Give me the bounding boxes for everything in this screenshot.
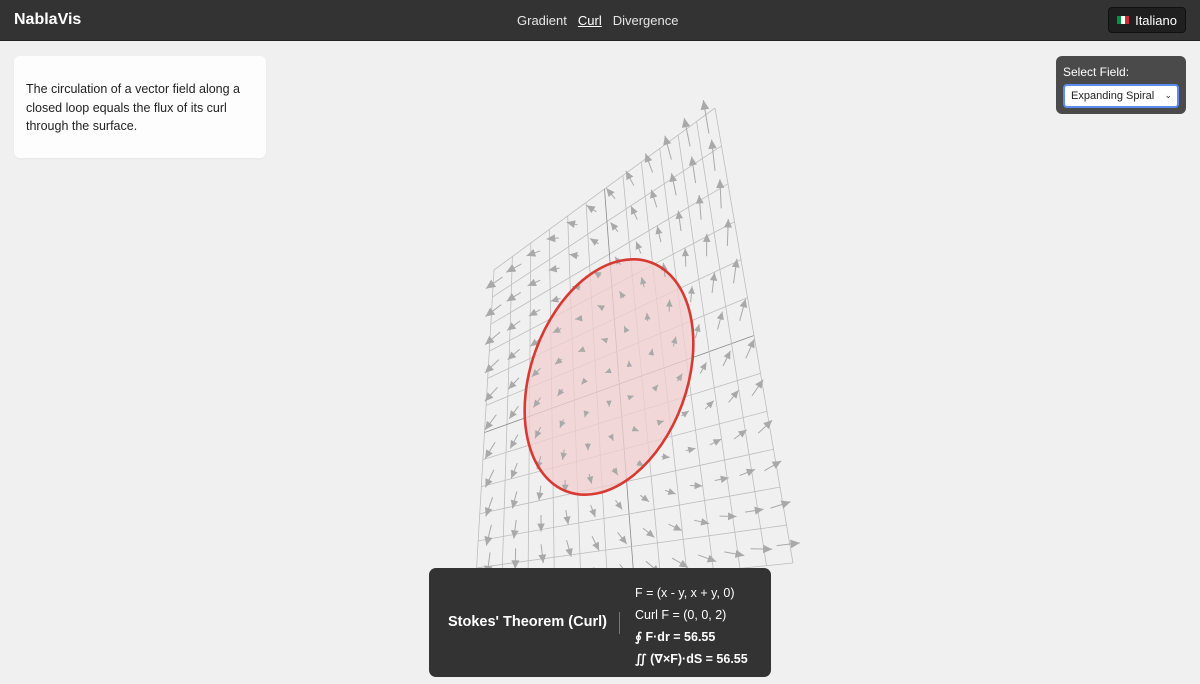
vector-arrow [506,320,521,331]
vector-arrow [484,497,494,517]
vector-arrow [698,554,717,563]
vector-arrow [617,531,628,545]
vector-arrow [716,311,724,330]
vector-arrow [569,252,580,260]
vector-arrow [527,278,541,287]
language-label: Italiano [1135,12,1177,28]
curl-equation: Curl F = (0, 0, 2) [635,608,727,622]
vector-arrow [526,248,541,257]
vector-arrow [731,258,740,284]
vector-arrow [693,324,701,339]
vector-arrow [681,117,691,147]
vector-arrow [625,170,635,186]
vector-arrow [639,494,650,503]
vector-arrow [685,446,696,454]
vector-arrow [764,460,782,472]
vector-arrow [509,434,519,449]
vector-arrow [739,298,748,321]
surface-integral: ∬ (∇×F)·dS = 56.55 [635,652,748,666]
vector-arrow [485,304,502,317]
vector-arrow [563,509,571,525]
grid-line [696,121,767,566]
vector-arrow [709,272,718,293]
vector-arrow [751,379,764,397]
vector-arrow [681,410,690,418]
divider [619,612,620,634]
vector-arrow [506,291,522,302]
vector-arrow [630,205,638,220]
vector-arrow [689,482,703,490]
vector-arrow [687,286,695,303]
vector-arrow [724,549,745,558]
equations: F = (x - y, x + y, 0) Curl F = (0, 0, 2)… [635,582,748,670]
vector-arrow [744,506,764,515]
stokes-title: Stokes' Theorem (Curl) [448,614,607,630]
vector-arrow [688,156,697,184]
vector-arrow [642,527,655,538]
vector-arrow [510,462,518,479]
field-equation: F = (x - y, x + y, 0) [635,586,735,600]
top-bar: NablaVis Gradient Curl Divergence Italia… [0,0,1200,41]
vector-arrow [615,499,623,510]
vector-arrow [484,359,500,374]
vector-arrow [709,438,722,446]
vector-arrow [661,453,670,460]
vector-arrow [484,414,497,431]
vector-arrow [663,135,672,160]
vector-arrow [724,218,732,246]
vector-arrow [484,524,493,546]
vector-arrow [733,429,748,440]
vector-arrow [776,539,801,549]
vector-arrow [669,173,678,196]
vector-arrow [565,540,573,558]
vector-arrow [589,238,599,246]
vector-arrow [722,350,731,367]
vector-arrow [586,204,597,214]
app-title: NablaVis [14,11,82,28]
language-button[interactable]: Italiano [1108,7,1186,33]
vector-arrow [700,100,710,134]
vector-arrow [728,389,739,403]
vector-arrow [681,248,690,267]
vector-arrow [546,234,559,243]
italy-flag-icon [1117,16,1130,24]
vector-arrow [719,512,737,521]
grid-line [714,107,794,564]
vector-arrow [668,523,683,532]
vector-arrow [589,504,596,518]
vector-arrow [750,544,773,554]
vector-arrow [699,362,707,374]
nav-curl[interactable]: Curl [578,13,602,28]
vector-arrow [702,233,711,257]
vector-arrow [716,179,725,209]
vector-arrow [505,263,522,273]
main-nav: Gradient Curl Divergence [517,13,678,28]
vector-arrow [708,139,717,172]
vector-arrow [655,226,663,243]
vector-arrow [739,468,756,477]
vector-arrow [484,331,501,346]
vector-arrow [745,339,755,359]
vector-arrow [605,187,616,200]
vector-arrow [508,405,519,420]
vector-arrow [538,544,547,564]
vector-arrow [635,241,643,254]
vector-arrow [536,485,544,501]
vector-arrow [508,377,520,390]
vector-arrow [485,276,503,290]
nav-gradient[interactable]: Gradient [517,13,567,28]
vector-arrow [664,488,676,495]
stokes-panel: Stokes' Theorem (Curl) F = (x - y, x + y… [429,568,771,677]
grid-line [476,524,787,569]
vector-arrow [610,222,619,232]
vector-arrow [510,519,519,539]
vector-arrow [591,536,600,551]
vector-arrow [650,189,658,208]
nav-divergence[interactable]: Divergence [613,13,679,28]
vector-arrow [770,500,791,509]
vector-arrow [511,548,520,570]
vector-arrow [704,400,715,410]
line-integral: ∮ F·dr = 56.55 [635,630,716,644]
vector-arrow [550,295,561,303]
